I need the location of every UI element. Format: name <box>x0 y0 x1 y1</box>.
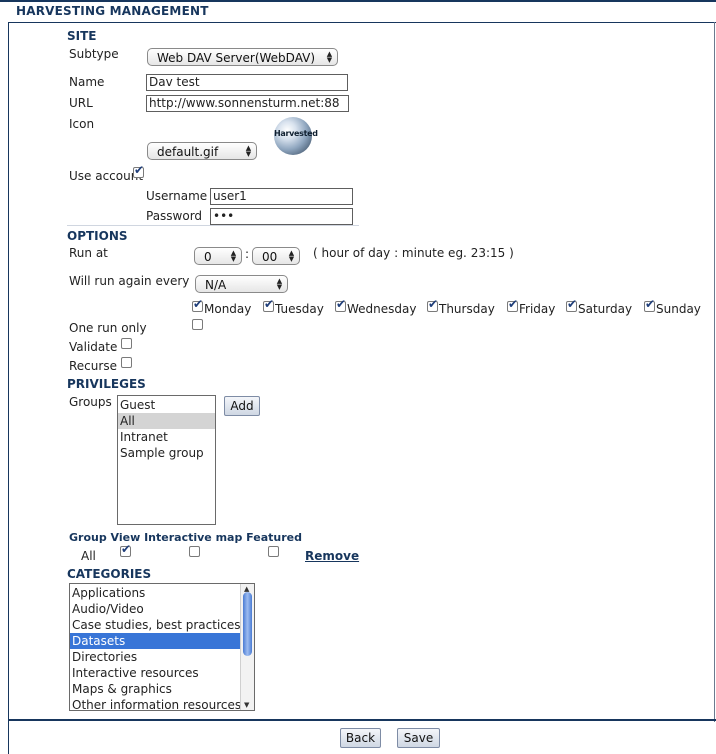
subtype-label: Subtype <box>69 47 119 61</box>
view-privilege-checkbox[interactable] <box>120 542 131 557</box>
day-saturday-label: Saturday <box>578 302 633 316</box>
categories-heading: CATEGORIES <box>67 567 152 581</box>
interactive-map-privilege-checkbox[interactable] <box>189 546 200 557</box>
name-label: Name <box>69 75 105 89</box>
group-option-all[interactable]: All <box>118 413 215 429</box>
day-thursday-label: Thursday <box>439 302 495 316</box>
run-again-label: Will run again every <box>69 274 190 288</box>
one-run-only-checkbox[interactable] <box>192 319 203 330</box>
back-button[interactable]: Back <box>340 728 381 748</box>
privileges-heading: PRIVILEGES <box>67 377 146 391</box>
hour-value: 0 <box>204 250 212 264</box>
groups-label: Groups <box>69 395 112 409</box>
time-colon: : <box>245 247 250 261</box>
category-option-selected[interactable]: Datasets <box>70 633 240 649</box>
day-saturday-checkbox[interactable] <box>566 297 577 312</box>
url-label: URL <box>69 96 93 110</box>
day-sunday-checkbox[interactable] <box>644 297 655 312</box>
select-arrows-icon: ▲ ▼ <box>245 144 252 158</box>
day-wednesday-label: Wednesday <box>347 302 417 316</box>
select-arrows-icon: ▲ ▼ <box>288 249 295 263</box>
page-title: HARVESTING MANAGEMENT <box>16 4 209 18</box>
add-group-button[interactable]: Add <box>224 396 260 416</box>
category-option[interactable]: Other information resources <box>70 697 254 710</box>
left-border <box>8 22 9 754</box>
day-wednesday-checkbox[interactable] <box>335 297 346 312</box>
minute-select[interactable]: 00 ▲ ▼ <box>252 247 300 265</box>
day-thursday-checkbox[interactable] <box>427 297 438 312</box>
subtype-value: Web DAV Server(WebDAV) <box>157 51 316 65</box>
day-friday-checkbox[interactable] <box>507 297 518 312</box>
subtype-select[interactable]: Web DAV Server(WebDAV) ▲ ▼ <box>147 48 338 66</box>
options-heading: OPTIONS <box>67 229 128 243</box>
harvested-globe-icon: Harvested <box>274 117 318 155</box>
categories-scrollbar[interactable]: ▲ ▼ <box>240 584 254 710</box>
footer-divider <box>8 719 716 721</box>
validate-label: Validate <box>69 340 118 354</box>
run-at-label: Run at <box>69 246 108 260</box>
category-option[interactable]: Audio/Video <box>70 601 254 617</box>
featured-privilege-checkbox[interactable] <box>268 546 279 557</box>
name-input[interactable]: Dav test <box>146 74 348 91</box>
select-arrows-icon: ▲ ▼ <box>230 249 237 263</box>
recurse-label: Recurse <box>69 359 117 373</box>
icon-select-value: default.gif <box>157 145 219 159</box>
password-label: Password <box>146 209 203 223</box>
run-again-select[interactable]: N/A ▲ ▼ <box>195 275 288 293</box>
top-border <box>0 0 716 2</box>
icon-label: Icon <box>69 117 95 131</box>
day-friday-label: Friday <box>519 302 556 316</box>
right-border <box>714 22 715 722</box>
group-option-sample-group[interactable]: Sample group <box>118 445 215 461</box>
one-run-only-label: One run only <box>69 321 147 335</box>
username-input[interactable]: user1 <box>210 188 353 205</box>
validate-checkbox[interactable] <box>121 338 132 349</box>
scroll-down-arrow-icon[interactable]: ▼ <box>244 701 249 709</box>
day-monday-label: Monday <box>204 302 252 316</box>
group-option-intranet[interactable]: Intranet <box>118 429 215 445</box>
site-heading: SITE <box>67 29 97 43</box>
privileges-table-header: Group View Interactive map Featured <box>69 531 302 544</box>
select-arrows-icon: ▲ ▼ <box>326 50 333 64</box>
url-input[interactable]: http://www.sonnensturm.net:88 <box>146 95 349 112</box>
scrollbar-thumb[interactable] <box>243 592 252 656</box>
run-again-value: N/A <box>205 278 227 292</box>
day-tuesday-label: Tuesday <box>275 302 324 316</box>
category-option[interactable]: Case studies, best practices <box>70 617 254 633</box>
password-input[interactable]: ••• <box>210 208 353 225</box>
categories-listbox[interactable]: Applications Audio/Video Case studies, b… <box>69 583 255 711</box>
group-option-guest[interactable]: Guest <box>118 396 215 413</box>
time-hint: ( hour of day : minute eg. 23:15 ) <box>313 246 514 260</box>
remove-link[interactable]: Remove <box>305 549 359 563</box>
select-arrows-icon: ▲ ▼ <box>276 277 283 291</box>
groups-listbox[interactable]: Guest All Intranet Sample group <box>117 395 216 525</box>
minute-value: 00 <box>262 250 278 264</box>
use-account-checkbox[interactable] <box>133 163 144 178</box>
icon-caption: Harvested <box>274 129 318 138</box>
day-sunday-label: Sunday <box>656 302 701 316</box>
hour-select[interactable]: 0 ▲ ▼ <box>194 247 242 265</box>
category-option[interactable]: Interactive resources <box>70 665 254 681</box>
use-account-label: Use account <box>69 169 144 183</box>
category-option[interactable]: Directories <box>70 649 254 665</box>
privilege-row-group: All <box>81 549 96 563</box>
title-divider <box>8 22 716 23</box>
username-label: Username <box>146 189 208 203</box>
icon-select[interactable]: default.gif ▲ ▼ <box>147 142 257 160</box>
category-option[interactable]: Maps & graphics <box>70 681 254 697</box>
save-button[interactable]: Save <box>397 728 440 748</box>
day-tuesday-checkbox[interactable] <box>263 297 274 312</box>
category-option[interactable]: Applications <box>70 585 254 601</box>
recurse-checkbox[interactable] <box>121 357 132 368</box>
site-divider <box>67 225 359 226</box>
day-monday-checkbox[interactable] <box>192 297 203 312</box>
